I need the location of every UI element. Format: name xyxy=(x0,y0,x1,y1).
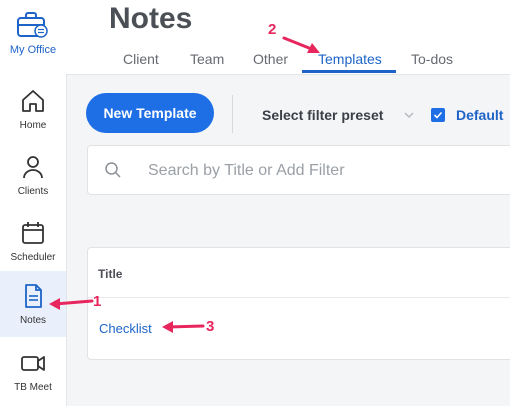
template-link-checklist[interactable]: Checklist xyxy=(99,321,152,336)
tab-other[interactable]: Other xyxy=(253,51,288,67)
new-template-button[interactable]: New Template xyxy=(86,93,214,133)
column-header-title[interactable]: Title xyxy=(98,267,122,281)
my-office-button[interactable]: My Office xyxy=(0,0,66,66)
tab-to-dos[interactable]: To-dos xyxy=(411,51,453,67)
page-header: Notes Client Team Other Templates To-dos xyxy=(66,0,510,75)
sidebar-item-clients[interactable]: Clients xyxy=(0,142,66,208)
tab-team[interactable]: Team xyxy=(190,51,224,67)
sidebar-item-label: Scheduler xyxy=(10,252,56,263)
calendar-icon xyxy=(22,222,44,244)
brand-label: My Office xyxy=(9,44,57,56)
sidebar-item-label: Clients xyxy=(17,186,49,197)
sidebar-item-notes[interactable]: Notes xyxy=(0,271,66,337)
sidebar-item-label: Home xyxy=(19,120,47,131)
chevron-down-icon[interactable] xyxy=(402,108,416,122)
default-checkbox[interactable] xyxy=(431,108,445,122)
search-input[interactable] xyxy=(146,158,500,184)
header-divider xyxy=(88,297,510,298)
templates-table: Title Checklist xyxy=(87,247,510,360)
briefcase-icon xyxy=(17,12,48,38)
video-camera-icon xyxy=(21,356,45,371)
tab-templates[interactable]: Templates xyxy=(318,51,382,67)
home-icon xyxy=(22,90,44,112)
annotation-number-1: 1 xyxy=(93,293,102,310)
default-label[interactable]: Default xyxy=(456,107,503,123)
sidebar: My Office Home Clients Scheduler Notes T… xyxy=(0,0,67,406)
annotation-number-3: 3 xyxy=(206,318,215,335)
search-icon xyxy=(105,162,121,178)
annotation-number-2: 2 xyxy=(268,21,277,38)
sidebar-item-tb-meet[interactable]: TB Meet xyxy=(0,338,66,404)
filter-preset-select[interactable]: Select filter preset xyxy=(262,107,383,123)
sidebar-item-label: TB Meet xyxy=(14,382,52,393)
person-icon xyxy=(23,156,43,179)
search-bar xyxy=(87,145,510,195)
sidebar-item-home[interactable]: Home xyxy=(0,76,66,142)
tab-client[interactable]: Client xyxy=(123,51,159,67)
sidebar-item-label: Notes xyxy=(19,315,47,326)
document-icon xyxy=(25,284,42,308)
active-tab-indicator xyxy=(302,70,396,73)
checkmark-icon xyxy=(433,111,443,119)
sidebar-item-scheduler[interactable]: Scheduler xyxy=(0,208,66,274)
toolbar-divider xyxy=(232,95,233,133)
page-title: Notes xyxy=(109,2,193,35)
